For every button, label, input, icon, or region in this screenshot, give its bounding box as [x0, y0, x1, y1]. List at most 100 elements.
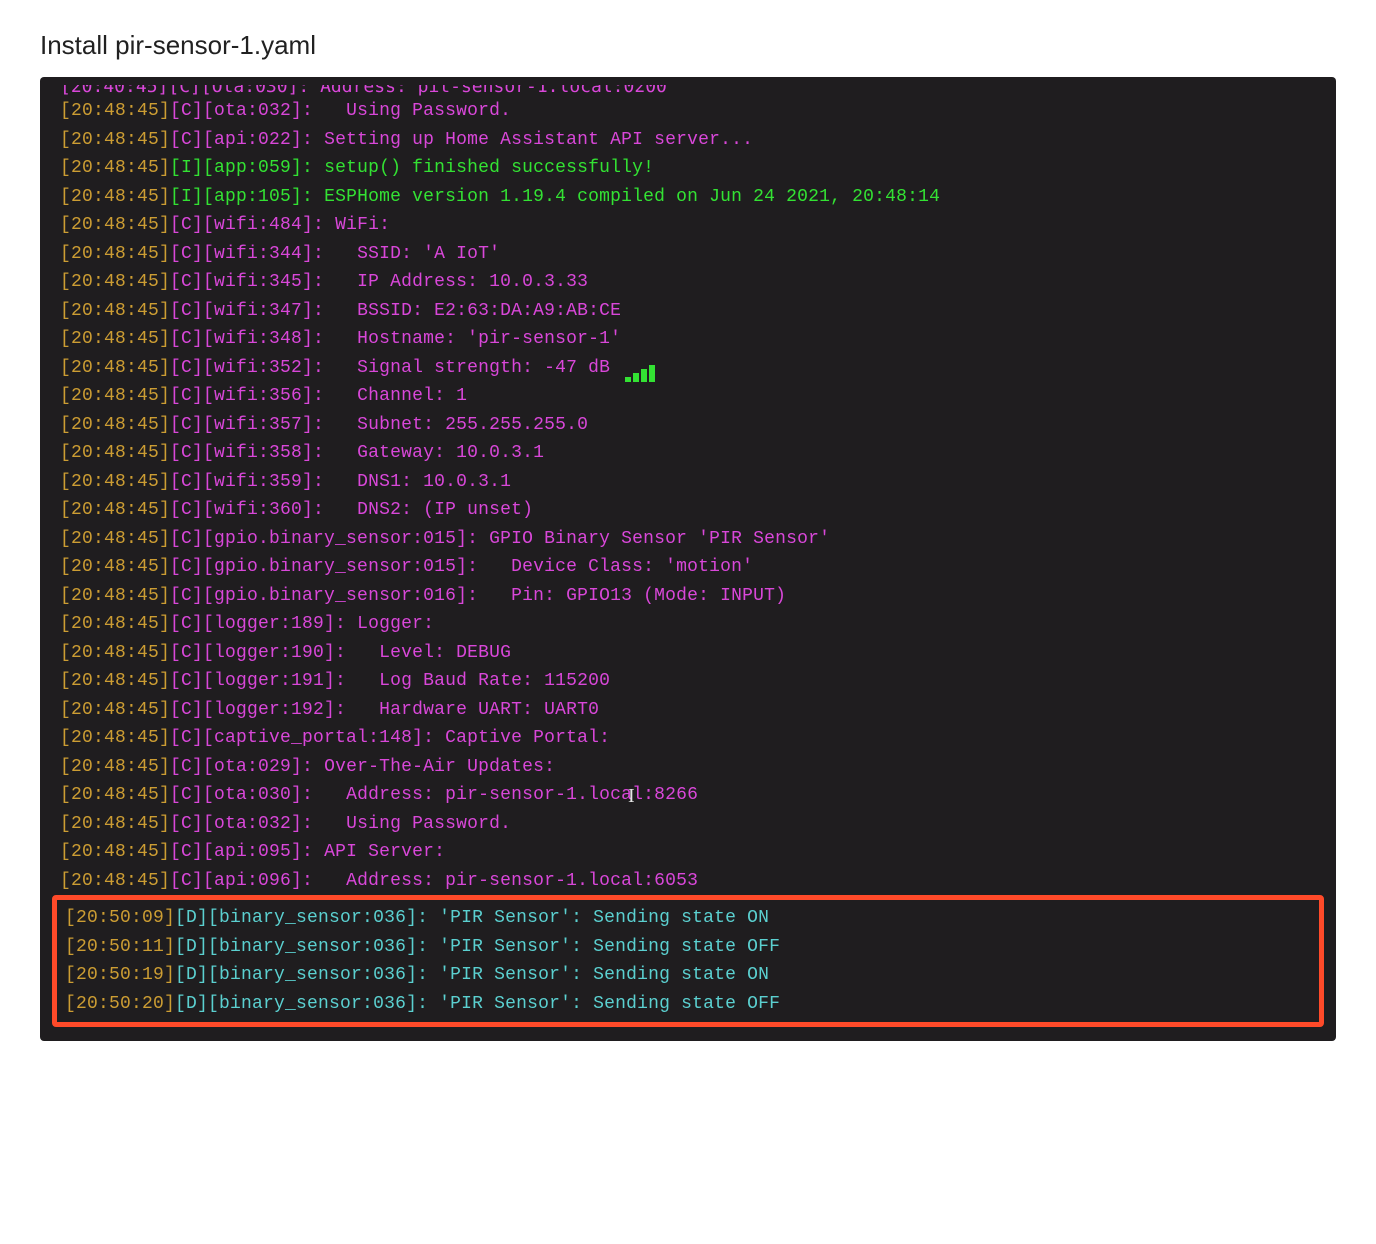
log-line: [20:48:45][C][wifi:359]: DNS1: 10.0.3.1	[40, 468, 1336, 497]
timestamp: [20:48:45]	[60, 187, 170, 207]
timestamp: [20:48:45]	[60, 557, 170, 577]
log-message: setup() finished successfully!	[313, 158, 654, 178]
log-tag: [C][captive_portal:148]:	[170, 728, 434, 748]
log-message: 'PIR Sensor': Sending state OFF	[428, 994, 780, 1014]
log-line: [20:48:45][C][captive_portal:148]: Capti…	[40, 724, 1336, 753]
log-line: [20:48:45][C][wifi:352]: Signal strength…	[40, 354, 1336, 383]
timestamp: [20:48:45]	[60, 728, 170, 748]
log-message: BSSID: E2:63:DA:A9:AB:CE	[324, 301, 621, 321]
log-line: [20:50:11][D][binary_sensor:036]: 'PIR S…	[57, 933, 1319, 962]
log-message: 'PIR Sensor': Sending state ON	[428, 908, 769, 928]
log-tag: [C][logger:192]:	[170, 700, 346, 720]
log-message: Gateway: 10.0.3.1	[324, 443, 544, 463]
log-message: GPIO Binary Sensor 'PIR Sensor'	[478, 529, 830, 549]
timestamp: [20:48:45]	[60, 700, 170, 720]
terminal-output[interactable]: [20:40:45][C][Ota:030]: Address: pit-sen…	[40, 77, 1336, 1041]
log-tag: [C][gpio.binary_sensor:015]:	[170, 529, 478, 549]
log-line: [20:48:45][I][app:059]: setup() finished…	[40, 154, 1336, 183]
timestamp: [20:48:45]	[60, 329, 170, 349]
log-message: Hostname: 'pir-sensor-1'	[324, 329, 621, 349]
timestamp: [20:50:09]	[65, 908, 175, 928]
log-line: [20:48:45][C][wifi:348]: Hostname: 'pir-…	[40, 325, 1336, 354]
log-message: Log Baud Rate: 115200	[346, 671, 610, 691]
log-line: [20:48:45][C][api:022]: Setting up Home …	[40, 126, 1336, 155]
log-tag: [C][wifi:357]:	[170, 415, 324, 435]
log-line: [20:50:19][D][binary_sensor:036]: 'PIR S…	[57, 961, 1319, 990]
log-message: Hardware UART: UART0	[346, 700, 599, 720]
log-tag: [C][wifi:359]:	[170, 472, 324, 492]
log-line: [20:48:45][C][logger:189]: Logger:	[40, 610, 1336, 639]
highlight-callout: [20:50:09][D][binary_sensor:036]: 'PIR S…	[52, 895, 1324, 1027]
log-message: API Server:	[313, 842, 445, 862]
log-tag: [D][binary_sensor:036]:	[175, 937, 428, 957]
timestamp: [20:48:45]	[60, 301, 170, 321]
log-tag: [C][ota:032]:	[170, 814, 313, 834]
log-tag: [C][ota:029]:	[170, 757, 313, 777]
log-tag: [C][ota:030]:	[170, 785, 313, 805]
log-line: [20:48:45][C][ota:029]: Over-The-Air Upd…	[40, 753, 1336, 782]
log-tag: [D][binary_sensor:036]:	[175, 908, 428, 928]
timestamp: [20:50:11]	[65, 937, 175, 957]
timestamp: [20:48:45]	[60, 785, 170, 805]
log-line: [20:48:45][C][wifi:344]: SSID: 'A IoT'	[40, 240, 1336, 269]
timestamp: [20:48:45]	[60, 757, 170, 777]
timestamp: [20:48:45]	[60, 358, 170, 378]
log-message: 'PIR Sensor': Sending state ON	[428, 965, 769, 985]
log-message: Logger:	[346, 614, 434, 634]
timestamp: [20:48:45]	[60, 244, 170, 264]
timestamp: [20:48:45]	[60, 443, 170, 463]
timestamp: [20:48:45]	[60, 529, 170, 549]
log-tag: [C][wifi:347]:	[170, 301, 324, 321]
log-line: [20:48:45][C][wifi:347]: BSSID: E2:63:DA…	[40, 297, 1336, 326]
timestamp: [20:48:45]	[60, 671, 170, 691]
highlighted-lines: [20:50:09][D][binary_sensor:036]: 'PIR S…	[57, 904, 1319, 1018]
log-line: [20:48:45][C][logger:190]: Level: DEBUG	[40, 639, 1336, 668]
log-tag: [C][wifi:358]:	[170, 443, 324, 463]
log-message: Using Password.	[313, 814, 511, 834]
log-tag: [C][wifi:345]:	[170, 272, 324, 292]
timestamp: [20:48:45]	[60, 472, 170, 492]
log-line: [20:48:45][C][wifi:358]: Gateway: 10.0.3…	[40, 439, 1336, 468]
log-message: Level: DEBUG	[346, 643, 511, 663]
log-line: [20:48:45][I][app:105]: ESPHome version …	[40, 183, 1336, 212]
log-line: [20:48:45][C][api:096]: Address: pir-sen…	[40, 867, 1336, 896]
timestamp: [20:48:45]	[60, 871, 170, 891]
log-message: DNS1: 10.0.3.1	[324, 472, 511, 492]
log-tag: [D][binary_sensor:036]:	[175, 994, 428, 1014]
log-tag: [C][wifi:356]:	[170, 386, 324, 406]
log-line: [20:48:45][C][ota:030]: Address: pir-sen…	[40, 781, 1336, 810]
log-line: [20:48:45][C][wifi:357]: Subnet: 255.255…	[40, 411, 1336, 440]
log-tag: [C][logger:191]:	[170, 671, 346, 691]
log-message: Setting up Home Assistant API server...	[313, 130, 753, 150]
log-tag: [C][api:022]:	[170, 130, 313, 150]
log-tag: [C][wifi:344]:	[170, 244, 324, 264]
timestamp: [20:50:20]	[65, 994, 175, 1014]
log-message: DNS2: (IP unset)	[324, 500, 533, 520]
log-tag: [C][api:096]:	[170, 871, 313, 891]
log-tag: [C][wifi:352]:	[170, 358, 324, 378]
log-tag: [C][logger:189]:	[170, 614, 346, 634]
log-message: IP Address: 10.0.3.33	[324, 272, 588, 292]
log-line: [20:48:45][C][logger:191]: Log Baud Rate…	[40, 667, 1336, 696]
log-message: 'PIR Sensor': Sending state OFF	[428, 937, 780, 957]
log-message: Captive Portal:	[434, 728, 610, 748]
log-tag: [C][logger:190]:	[170, 643, 346, 663]
timestamp: [20:48:45]	[60, 386, 170, 406]
log-message: ESPHome version 1.19.4 compiled on Jun 2…	[313, 187, 940, 207]
log-message: Using Password.	[313, 101, 511, 121]
timestamp: [20:48:45]	[60, 272, 170, 292]
log-tag: [I][app:059]:	[170, 158, 313, 178]
log-line: [20:48:45][C][wifi:345]: IP Address: 10.…	[40, 268, 1336, 297]
log-lines: [20:48:45][C][ota:032]: Using Password.[…	[40, 97, 1336, 895]
timestamp: [20:48:45]	[60, 842, 170, 862]
log-message: Device Class: 'motion'	[478, 557, 753, 577]
log-message: Over-The-Air Updates:	[313, 757, 555, 777]
timestamp: [20:50:19]	[65, 965, 175, 985]
timestamp: [20:48:45]	[60, 500, 170, 520]
truncated-line: [20:40:45][C][Ota:030]: Address: pit-sen…	[40, 85, 1336, 97]
log-line: [20:48:45][C][wifi:356]: Channel: 1	[40, 382, 1336, 411]
log-line: [20:48:45][C][gpio.binary_sensor:016]: P…	[40, 582, 1336, 611]
timestamp: [20:48:45]	[60, 643, 170, 663]
log-tag: [C][wifi:484]:	[170, 215, 324, 235]
timestamp: [20:48:45]	[60, 215, 170, 235]
